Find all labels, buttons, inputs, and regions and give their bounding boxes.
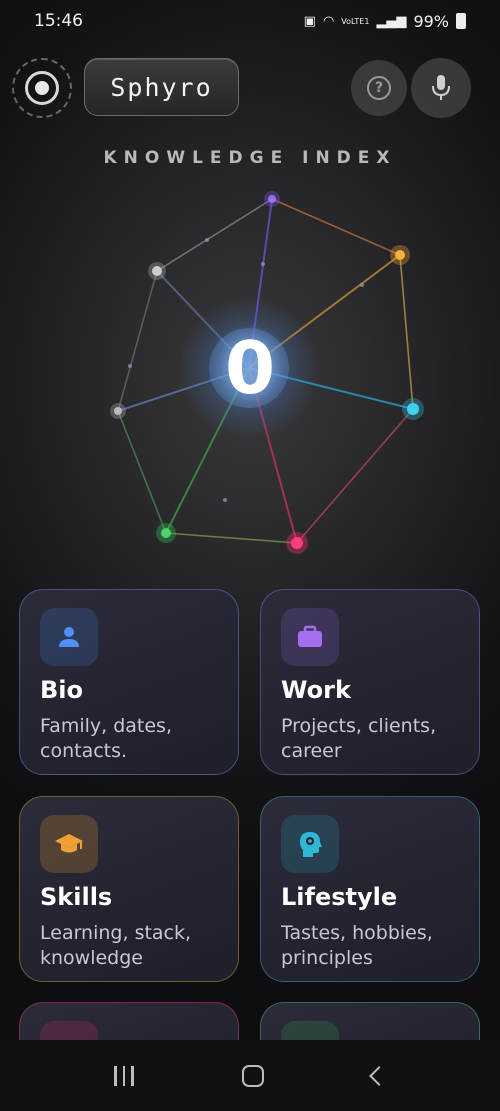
briefcase-icon	[298, 625, 322, 647]
card-description: Projects, clients, career	[281, 715, 437, 762]
card-title: Lifestyle	[281, 883, 398, 911]
card-description: Family, dates, contacts.	[40, 715, 172, 762]
system-nav-bar	[0, 1040, 500, 1111]
category-card-lifestyle[interactable]: Lifestyle Tastes, hobbies, principles	[260, 796, 480, 982]
notification-icon: ▣	[303, 13, 316, 29]
help-button[interactable]: ?	[351, 60, 407, 116]
question-icon: ?	[367, 76, 391, 100]
graduation-cap-icon	[55, 834, 83, 853]
skills-icon-box	[40, 815, 98, 873]
mic-button[interactable]	[411, 58, 471, 118]
recents-icon[interactable]	[114, 1065, 134, 1086]
microphone-icon	[432, 75, 450, 100]
card-title: Skills	[40, 883, 113, 911]
signal-icon: ▂▄▆	[376, 13, 407, 29]
status-icons: ▣ ◠ VoLTE1 ▂▄▆ 99%	[304, 12, 466, 31]
knowledge-index-title: KNOWLEDGE INDEX	[103, 148, 397, 168]
head-gear-icon	[300, 832, 322, 857]
knowledge-index-value: 0	[224, 326, 276, 410]
battery-icon	[456, 13, 466, 29]
bio-icon-box	[40, 608, 98, 666]
card-description: Learning, stack, knowledge	[40, 922, 192, 969]
category-card-bio[interactable]: Bio Family, dates, contacts.	[19, 589, 239, 775]
app-header: Sphyro ?	[0, 58, 500, 120]
back-icon[interactable]	[368, 1065, 389, 1086]
lifestyle-icon-box	[281, 815, 339, 873]
card-description: Tastes, hobbies, principles	[281, 922, 433, 969]
card-title: Work	[281, 676, 351, 704]
category-card-skills[interactable]: Skills Learning, stack, knowledge	[19, 796, 239, 982]
brand-button[interactable]: Sphyro	[84, 58, 239, 116]
wifi-icon: ◠	[322, 13, 335, 29]
app-logo-icon[interactable]	[12, 58, 72, 118]
network-label: VoLTE1	[341, 16, 370, 26]
status-bar: 15:46 ▣ ◠ VoLTE1 ▂▄▆ 99%	[0, 0, 500, 42]
person-icon	[59, 627, 79, 647]
category-card-work[interactable]: Work Projects, clients, career	[260, 589, 480, 775]
home-icon[interactable]	[241, 1064, 264, 1087]
battery-text: 99%	[413, 11, 449, 31]
work-icon-box	[281, 608, 339, 666]
status-time: 15:46	[34, 11, 83, 31]
card-title: Bio	[40, 676, 84, 704]
